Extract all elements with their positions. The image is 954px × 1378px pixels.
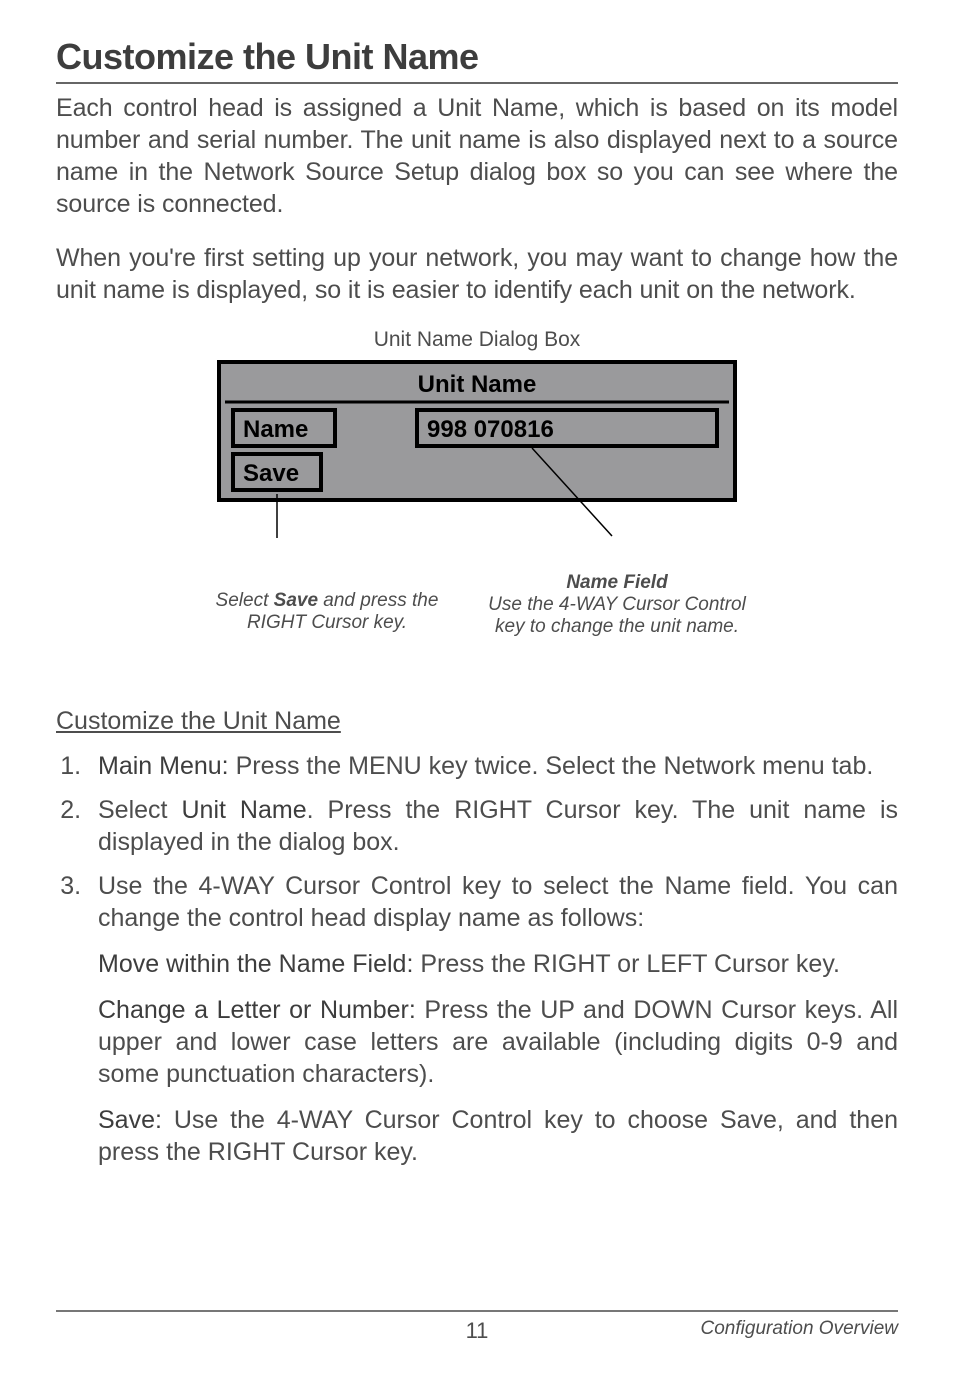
- dialog-name-value: 998 070816: [427, 416, 554, 443]
- step-1: Main Menu: Press the MENU key twice. Sel…: [88, 750, 898, 782]
- footer-section: Configuration Overview: [701, 1318, 898, 1340]
- figure-wrapper: Unit Name Name 998 070816 Save Select Sa…: [56, 360, 898, 681]
- step-2: Select Unit Name. Press the RIGHT Cursor…: [88, 794, 898, 858]
- step-3-sub-change: Change a Letter or Number: Press the UP …: [98, 994, 898, 1090]
- figure-caption: Unit Name Dialog Box: [56, 328, 898, 352]
- callout-save: Select Save and press the RIGHT Cursor k…: [207, 590, 447, 634]
- intro-paragraph-2: When you're first setting up your networ…: [56, 242, 898, 306]
- page-footer: 11 Configuration Overview: [56, 1310, 898, 1344]
- dialog-name-label: Name: [243, 416, 308, 443]
- dialog-title-text: Unit Name: [418, 371, 537, 398]
- steps-list: Main Menu: Press the MENU key twice. Sel…: [88, 750, 898, 1168]
- step-3: Use the 4-WAY Cursor Control key to sele…: [88, 870, 898, 1168]
- page-number: 11: [466, 1318, 489, 1344]
- section-heading: Customize the Unit Name: [56, 707, 898, 736]
- intro-paragraph-1: Each control head is assigned a Unit Nam…: [56, 92, 898, 220]
- callout-name-field: Name Field Use the 4-WAY Cursor Control …: [487, 572, 747, 638]
- step-3-sub-move: Move within the Name Field: Press the RI…: [98, 948, 898, 980]
- step-3-sub-save: Save: Use the 4-WAY Cursor Control key t…: [98, 1104, 898, 1168]
- page-title: Customize the Unit Name: [56, 36, 898, 78]
- unit-name-dialog-illustration: Unit Name Name 998 070816 Save: [217, 360, 737, 560]
- dialog-save-label: Save: [243, 460, 299, 487]
